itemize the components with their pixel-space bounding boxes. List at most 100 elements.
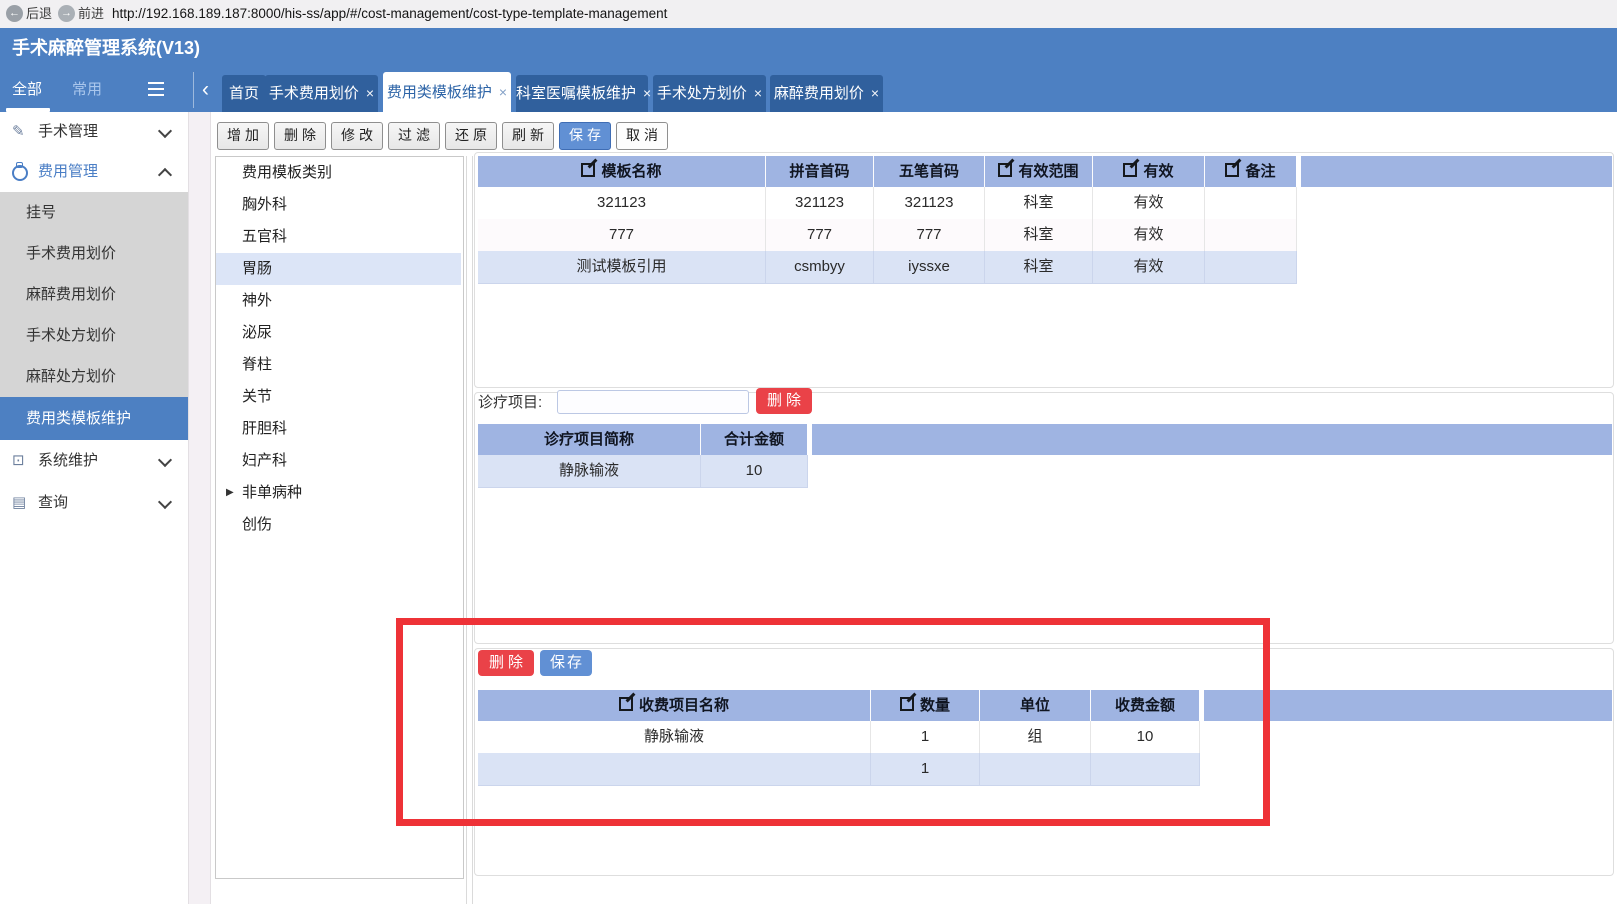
template-table-header: 模板名称 拼音首码 五笔首码 有效范围 有效 备注: [478, 156, 1296, 187]
category-item[interactable]: 神外: [216, 285, 461, 317]
category-item[interactable]: 妇产科: [216, 445, 461, 477]
tab-anesthesia-cost-pricing[interactable]: 麻醉费用划价 ×: [770, 75, 883, 112]
sidebar-item-query[interactable]: ▤ 查询: [0, 482, 188, 524]
cell-template-name[interactable]: 测试模板引用: [478, 251, 766, 284]
cell-pinyin[interactable]: 777: [766, 219, 874, 252]
address-url[interactable]: http://192.168.189.187:8000/his-ss/app/#…: [112, 0, 667, 28]
cancel-button[interactable]: 取消: [616, 122, 668, 150]
table-row-selected[interactable]: 静脉输液 10: [478, 455, 808, 488]
cell-remark[interactable]: [1205, 251, 1297, 284]
close-icon[interactable]: ×: [499, 84, 507, 100]
cell-template-name[interactable]: 321123: [478, 187, 766, 220]
category-item[interactable]: 脊柱: [216, 349, 461, 381]
delete-button[interactable]: 删除: [274, 122, 326, 150]
cell-remark[interactable]: [1205, 219, 1297, 252]
col-header-wubi-code[interactable]: 五笔首码: [874, 156, 985, 187]
sidebar-item-label: 挂号: [26, 204, 57, 221]
tab-surgery-cost-pricing[interactable]: 手术费用划价 ×: [265, 75, 378, 112]
sidebar-item-surgery-rx-pricing[interactable]: 手术处方划价: [0, 315, 188, 356]
cell-total-amount[interactable]: 10: [701, 455, 808, 488]
table-row[interactable]: 321123 321123 321123 科室 有效: [478, 187, 1297, 220]
cell-valid[interactable]: 有效: [1093, 219, 1205, 252]
restore-button[interactable]: 还原: [445, 122, 497, 150]
sidebar-tab-all[interactable]: 全部: [12, 68, 42, 112]
refresh-button[interactable]: 刷新: [502, 122, 554, 150]
col-header-treatment-abbr[interactable]: 诊疗项目简称: [478, 424, 701, 455]
sidebar-scroll-gutter[interactable]: [188, 112, 211, 904]
back-icon[interactable]: ←: [6, 5, 23, 22]
category-item[interactable]: 泌尿: [216, 317, 461, 349]
sidebar-tab-common[interactable]: 常用: [72, 68, 102, 112]
cell-valid[interactable]: 有效: [1093, 251, 1205, 284]
category-item-selected[interactable]: 胃肠: [216, 253, 461, 285]
col-header-valid-scope[interactable]: 有效范围: [985, 156, 1093, 187]
tab-cost-type-template[interactable]: 费用类模板维护 ×: [383, 72, 511, 112]
cell-template-name[interactable]: 777: [478, 219, 766, 252]
table-row-selected[interactable]: 测试模板引用 csmbyy iyssxe 科室 有效: [478, 251, 1297, 284]
chevron-up-icon: [157, 167, 173, 183]
sidebar-item-system-maintenance[interactable]: ⊡ 系统维护: [0, 440, 188, 482]
sidebar-item-label: 手术管理: [38, 123, 99, 140]
annotation-box: [396, 618, 1270, 826]
tab-scroll-left-icon[interactable]: ‹: [202, 68, 209, 112]
cell-scope[interactable]: 科室: [985, 251, 1093, 284]
tab-home[interactable]: 首页: [222, 75, 266, 112]
tab-dept-order-template[interactable]: 科室医嘱模板维护 ×: [516, 75, 651, 112]
sidebar-item-surgery-cost-pricing[interactable]: 手术费用划价: [0, 233, 188, 274]
cell-remark[interactable]: [1205, 187, 1297, 220]
col-header-pinyin-code[interactable]: 拼音首码: [766, 156, 874, 187]
sidebar-item-label: 费用类模板维护: [26, 410, 132, 427]
modify-button[interactable]: 修改: [331, 122, 383, 150]
treatment-item-input[interactable]: [557, 390, 749, 414]
sidebar-item-registration[interactable]: 挂号: [0, 192, 188, 233]
close-icon[interactable]: ×: [754, 85, 762, 101]
category-item[interactable]: 肝胆科: [216, 413, 461, 445]
category-item[interactable]: 关节: [216, 381, 461, 413]
col-label: 拼音首码: [789, 163, 850, 180]
back-button[interactable]: 后退: [26, 0, 52, 28]
close-icon[interactable]: ×: [643, 85, 651, 101]
col-label: 模板名称: [601, 163, 662, 180]
category-item[interactable]: 五官科: [216, 221, 461, 253]
menu-collapse-icon[interactable]: [148, 82, 164, 84]
sidebar-item-cost-type-template[interactable]: 费用类模板维护: [0, 397, 188, 440]
sidebar-item-anesthesia-rx-pricing[interactable]: 麻醉处方划价: [0, 356, 188, 397]
cell-wubi[interactable]: 321123: [874, 187, 985, 220]
cell-scope[interactable]: 科室: [985, 219, 1093, 252]
cell-valid[interactable]: 有效: [1093, 187, 1205, 220]
col-label: 有效范围: [1018, 163, 1079, 180]
close-icon[interactable]: ×: [871, 85, 879, 101]
browser-bar: ← 后退 → 前进 http://192.168.189.187:8000/hi…: [0, 0, 1617, 29]
forward-button[interactable]: 前进: [78, 0, 104, 28]
cell-scope[interactable]: 科室: [985, 187, 1093, 220]
sidebar-item-cost-management[interactable]: 费用管理: [0, 152, 188, 192]
filter-button[interactable]: 过滤: [388, 122, 440, 150]
category-item-expandable[interactable]: ▶ 非单病种: [216, 477, 461, 509]
treatment-table-header: 诊疗项目简称 合计金额: [478, 424, 807, 455]
chevron-down-icon: [157, 494, 173, 510]
sidebar-item-label: 麻醉费用划价: [26, 286, 117, 303]
add-button[interactable]: 增加: [217, 122, 269, 150]
treatment-delete-button[interactable]: 删除: [756, 388, 812, 414]
cell-wubi[interactable]: iyssxe: [874, 251, 985, 284]
col-header-total-amount[interactable]: 合计金额: [701, 424, 807, 455]
table-row[interactable]: 777 777 777 科室 有效: [478, 219, 1297, 252]
close-icon[interactable]: ×: [366, 85, 374, 101]
save-button[interactable]: 保存: [559, 122, 611, 150]
col-header-valid[interactable]: 有效: [1093, 156, 1205, 187]
tab-surgery-rx-pricing[interactable]: 手术处方划价 ×: [653, 75, 766, 112]
forward-icon[interactable]: →: [58, 5, 75, 22]
col-label: 合计金额: [723, 431, 784, 448]
cell-treatment-abbr[interactable]: 静脉输液: [478, 455, 701, 488]
sidebar-item-surgery-management[interactable]: ✎ 手术管理: [0, 112, 188, 152]
sidebar-item-anesthesia-cost-pricing[interactable]: 麻醉费用划价: [0, 274, 188, 315]
cell-pinyin[interactable]: csmbyy: [766, 251, 874, 284]
col-header-remark[interactable]: 备注: [1205, 156, 1296, 187]
cell-pinyin[interactable]: 321123: [766, 187, 874, 220]
expand-triangle-icon[interactable]: ▶: [226, 477, 234, 509]
category-item[interactable]: 创伤: [216, 509, 461, 541]
col-header-template-name[interactable]: 模板名称: [478, 156, 766, 187]
category-item[interactable]: 胸外科: [216, 189, 461, 221]
cell-wubi[interactable]: 777: [874, 219, 985, 252]
category-item-root[interactable]: 费用模板类别: [216, 157, 461, 189]
